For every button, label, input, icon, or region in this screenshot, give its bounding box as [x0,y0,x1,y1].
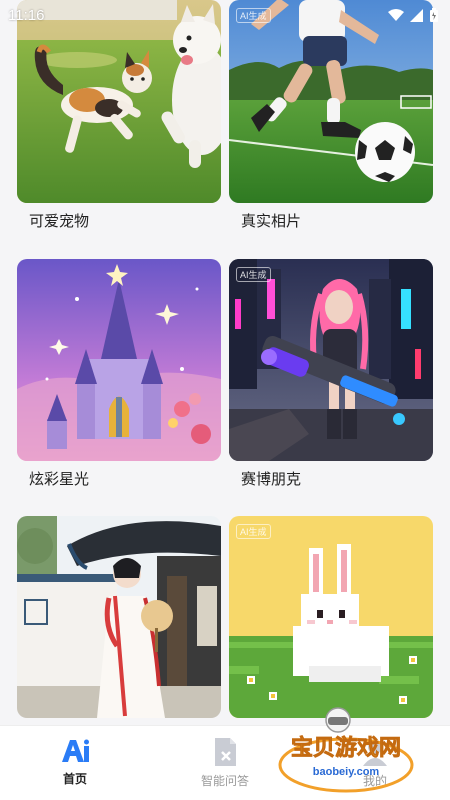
status-bar: 11:16 [0,0,450,30]
style-card-starlight[interactable]: 炫彩星光 [17,259,221,488]
card-image-pixel[interactable]: AI生成 [229,516,433,718]
tab-label-home: 首页 [62,772,87,786]
signal-icon [410,8,423,22]
card-label-photo: 真实相片 [241,212,302,230]
card-image-traditional[interactable] [17,516,221,718]
card-image-cyberpunk[interactable]: AI生成 [229,259,433,461]
card-image-photo[interactable]: AI生成 [229,0,433,203]
status-icons [388,8,438,22]
qa-document-icon [215,738,236,766]
ai-generated-badge: AI生成 [236,267,271,282]
card-image-starlight[interactable] [17,259,221,461]
status-time: 11:16 [8,6,45,24]
wifi-icon [388,8,404,21]
battery-icon [430,8,438,22]
svg-text:baobeiy.com: baobeiy.com [313,766,380,778]
style-card-cyberpunk[interactable]: AI生成 赛博朋克 [229,259,433,488]
ai-logo-icon [62,739,89,762]
style-card-pixel[interactable]: AI生成 [229,516,433,718]
tab-home[interactable]: 首页 [0,726,150,800]
card-label-cyberpunk: 赛博朋克 [241,470,302,488]
ai-generated-badge: AI生成 [236,524,271,539]
svg-text:宝贝游戏网: 宝贝游戏网 [291,735,401,761]
style-card-traditional[interactable] [17,516,221,718]
site-watermark: 宝贝游戏网 baobeiy.com [276,705,426,795]
style-card-photo[interactable]: AI生成 真实相片 [229,0,433,230]
style-card-pets[interactable]: 可爱宠物 [17,0,221,230]
tab-label-qa: 智能问答 [200,774,249,788]
card-image-pets[interactable] [17,0,221,203]
card-label-pets: 可爱宠物 [29,212,90,230]
card-label-starlight: 炫彩星光 [29,470,90,488]
